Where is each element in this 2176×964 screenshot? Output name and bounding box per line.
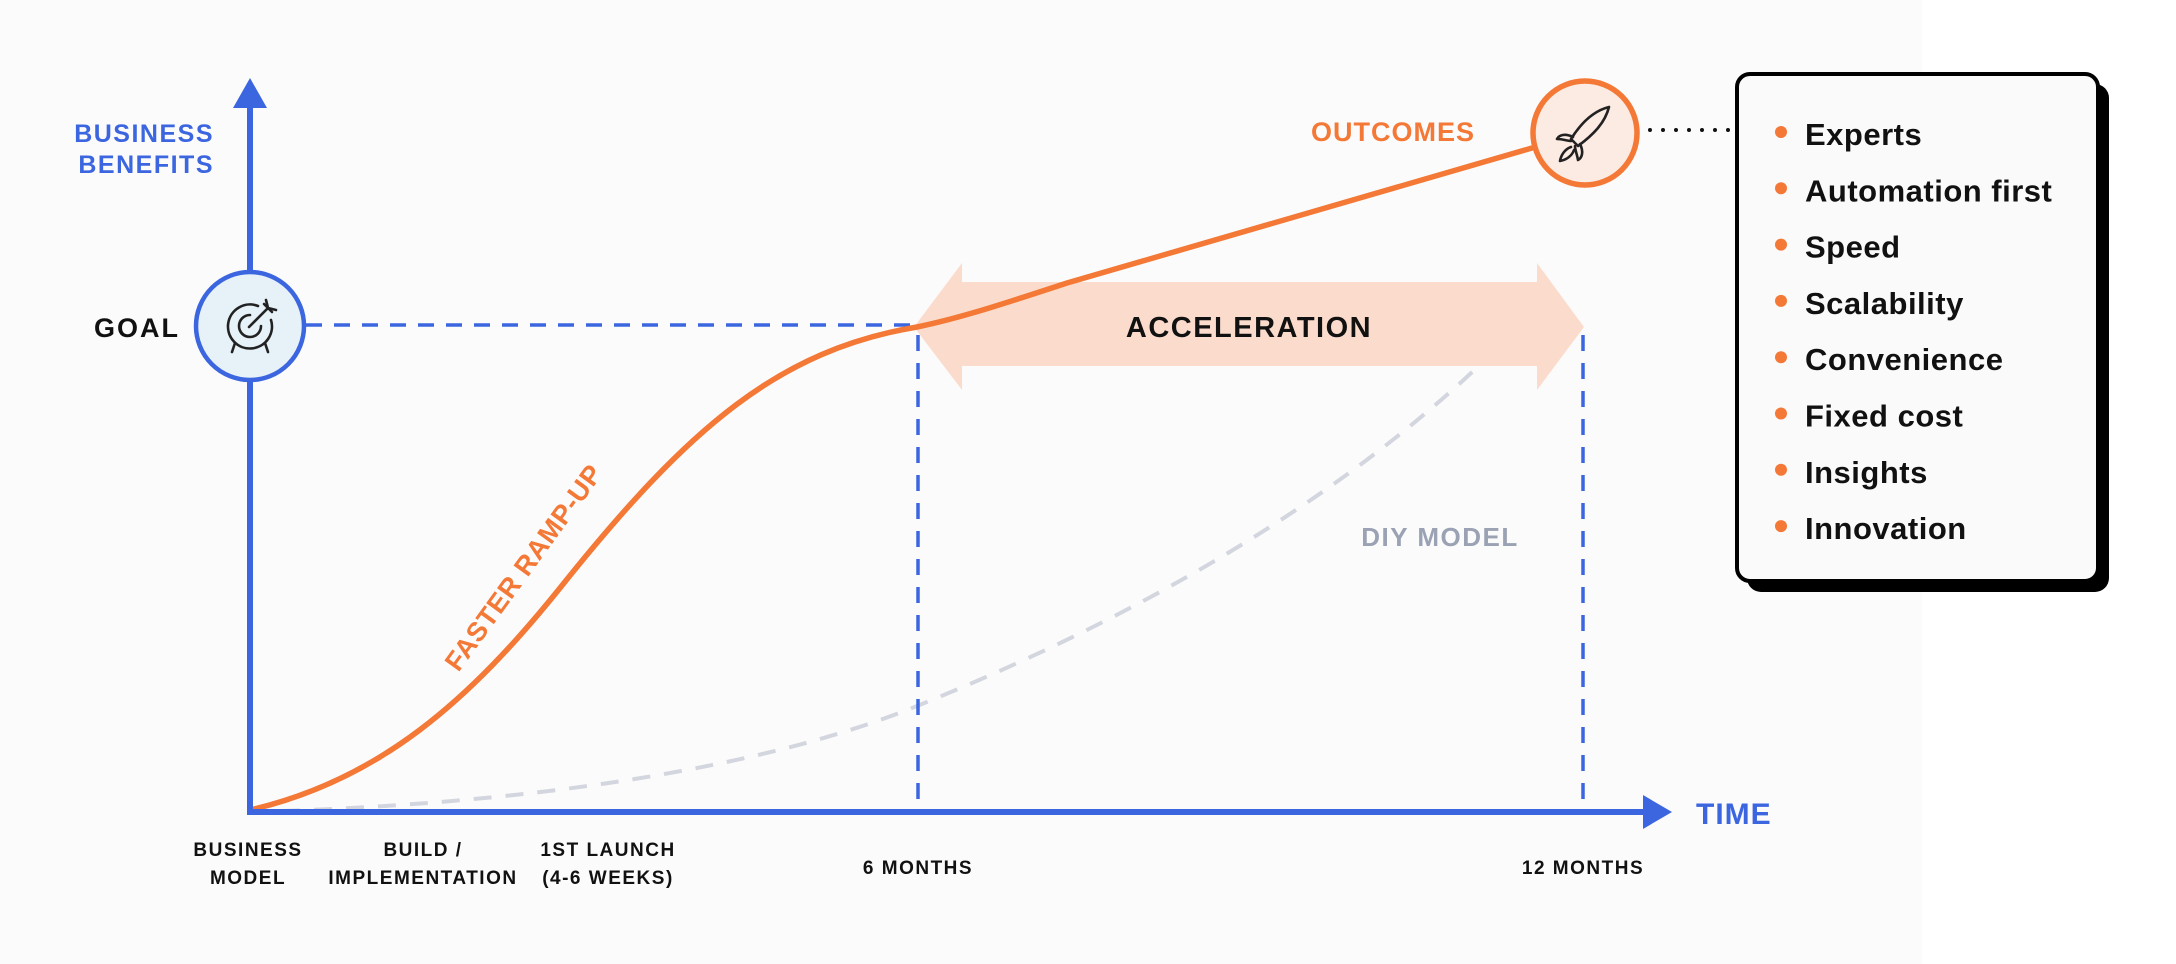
y-axis-label-line2: BENEFITS bbox=[78, 151, 214, 179]
list-item-label: Innovation bbox=[1805, 511, 1967, 546]
outcomes-label: OUTCOMES bbox=[1311, 117, 1475, 147]
x-tick-label: BUSINESS bbox=[193, 840, 302, 861]
x-tick-label: IMPLEMENTATION bbox=[328, 868, 517, 889]
list-item-label: Fixed cost bbox=[1805, 399, 1963, 434]
list-item-label: Automation first bbox=[1805, 173, 2052, 208]
x-tick-label: 1ST LAUNCH bbox=[540, 840, 675, 861]
bullet-dot bbox=[1775, 182, 1787, 195]
bullet-dot bbox=[1775, 126, 1787, 138]
x-tick-twelve-months: 12 MONTHS bbox=[1522, 858, 1644, 879]
bullet-dot bbox=[1775, 520, 1787, 533]
goal-label: GOAL bbox=[94, 313, 180, 343]
list-item: Convenience bbox=[1775, 342, 2003, 377]
list-item-label: Experts bbox=[1805, 117, 1922, 152]
acceleration-label: ACCELERATION bbox=[1126, 312, 1372, 344]
outcomes-list-box: Experts Automation first Speed Scalability C… bbox=[1735, 72, 2109, 592]
bullet-dot bbox=[1775, 463, 1787, 476]
bullet-dot bbox=[1775, 407, 1787, 420]
x-tick-six-months: 6 MONTHS bbox=[863, 858, 973, 879]
y-axis-label-line1: BUSINESS bbox=[74, 120, 214, 148]
list-item-label: Scalability bbox=[1805, 286, 1964, 321]
diagram-canvas: ACCELERATION FASTER RAMP-UP BUSINESS BEN… bbox=[0, 0, 2109, 964]
x-tick-label: MODEL bbox=[210, 868, 286, 889]
list-item-label: Insights bbox=[1805, 455, 1928, 490]
bullet-dot bbox=[1775, 238, 1787, 251]
diy-model-label: DIY MODEL bbox=[1361, 522, 1518, 552]
list-item: Automation first bbox=[1775, 173, 2052, 208]
bullet-dot bbox=[1775, 294, 1787, 307]
list-item-label: Speed bbox=[1805, 230, 1901, 265]
x-tick-label: BUILD / bbox=[383, 840, 462, 861]
list-item-label: Convenience bbox=[1805, 342, 2003, 377]
x-tick-label: (4-6 WEEKS) bbox=[542, 868, 674, 889]
x-axis-label: TIME bbox=[1696, 798, 1772, 831]
bullet-dot bbox=[1775, 351, 1787, 364]
outcomes-marker bbox=[1530, 78, 1640, 188]
goal-marker bbox=[193, 269, 307, 383]
